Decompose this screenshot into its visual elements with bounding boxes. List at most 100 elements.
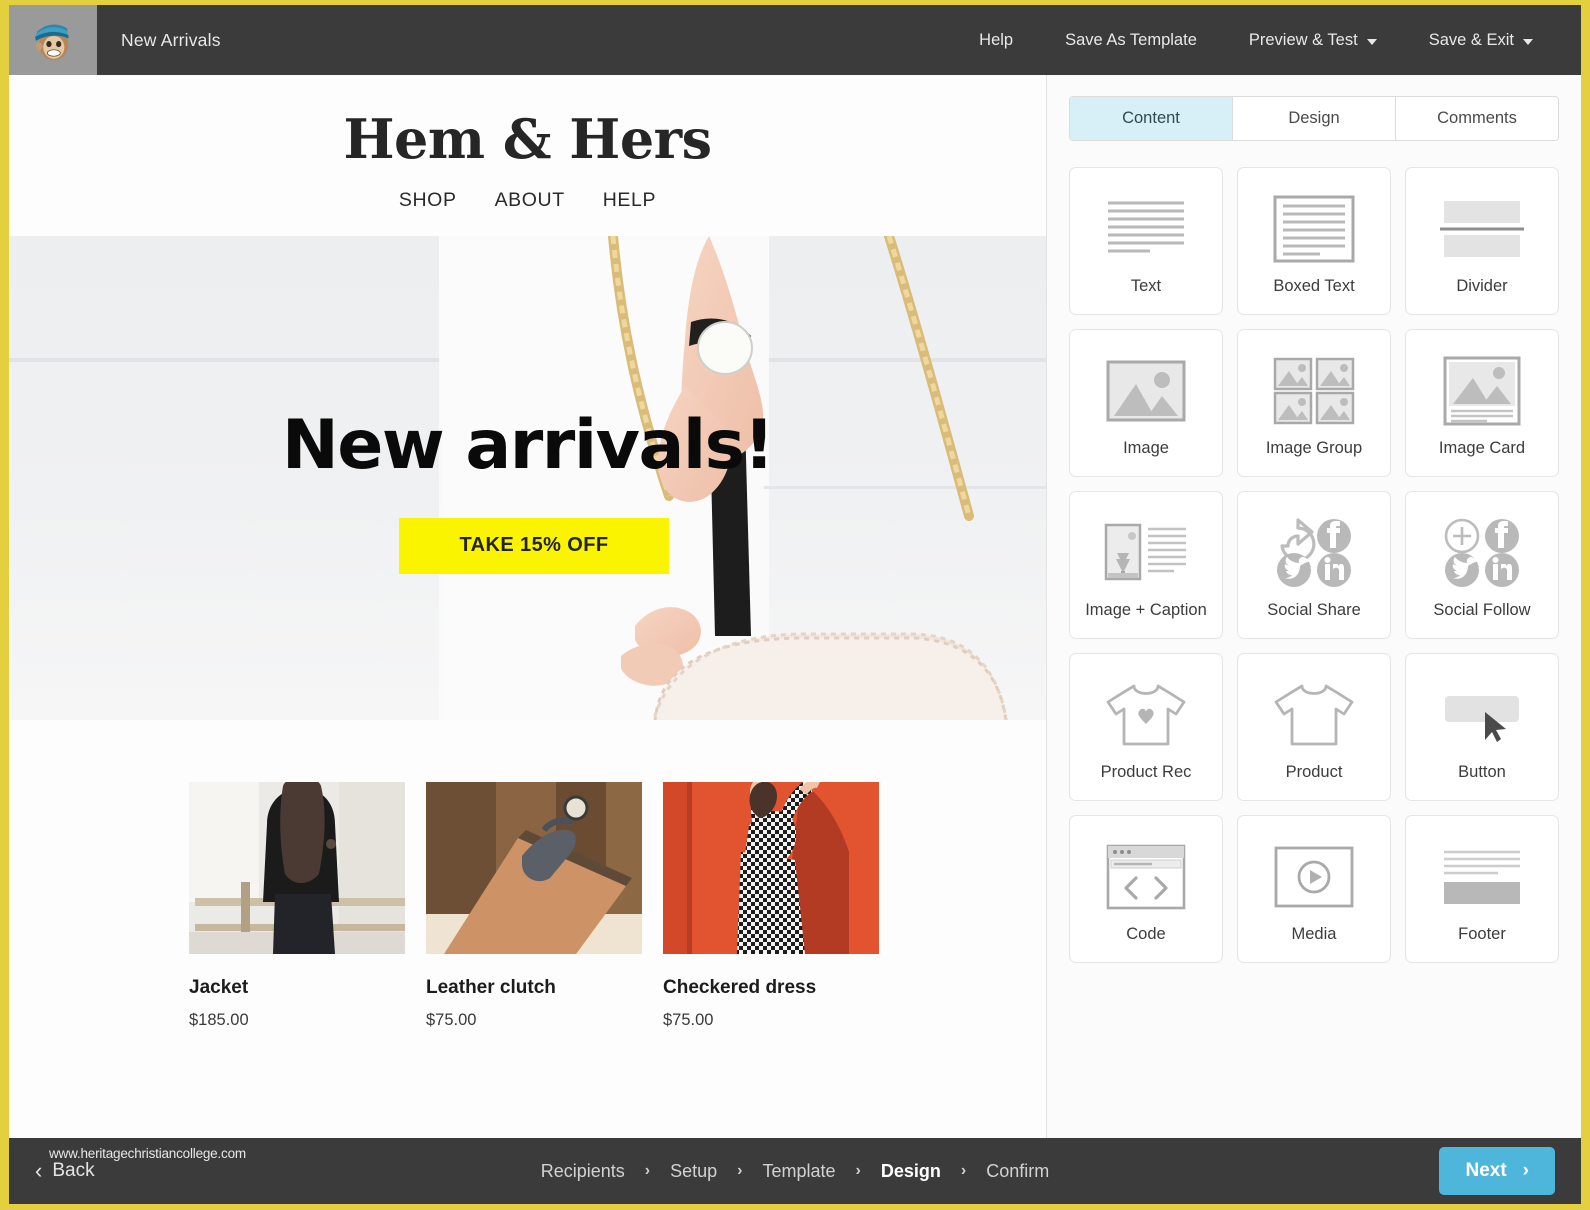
- product-card[interactable]: Jacket $185.00: [189, 781, 405, 1030]
- block-product[interactable]: Product: [1237, 653, 1391, 801]
- mailchimp-freddie-logo-icon: [35, 24, 69, 61]
- block-text-label: Text: [1130, 276, 1162, 295]
- block-product-rec-label: Product Rec: [1100, 762, 1192, 781]
- boxed-text-icon: [1272, 187, 1356, 271]
- nav-help-label: Help: [979, 30, 1014, 49]
- step-design[interactable]: Design: [881, 1161, 941, 1182]
- image-icon: [1106, 349, 1186, 433]
- back-button[interactable]: ‹ Back www.heritagechristiancollege.com: [35, 1146, 246, 1183]
- block-code-label: Code: [1126, 924, 1166, 943]
- chevron-right-icon: ›: [1522, 1160, 1529, 1181]
- email-nav-shop[interactable]: SHOP: [399, 189, 457, 212]
- tshirt-heart-icon: [1104, 673, 1188, 757]
- tab-content-label: Content: [1122, 109, 1180, 127]
- product-price: $75.00: [663, 1010, 714, 1029]
- hero-image-block[interactable]: New arrivals! TAKE 15% OFF: [9, 235, 1046, 720]
- block-image-card-label: Image Card: [1438, 438, 1526, 457]
- content-block-grid: Text Boxed Text Divider Image Image Grou…: [1047, 141, 1581, 963]
- chevron-down-icon: [1366, 38, 1377, 45]
- chevron-left-icon: ‹: [35, 1158, 43, 1183]
- block-boxed-text[interactable]: Boxed Text: [1237, 167, 1391, 315]
- nav-preview-and-test-label: Preview & Test: [1248, 30, 1358, 49]
- content-blocks-panel: Content Design Comments Text Boxed Text …: [1046, 75, 1581, 1138]
- block-image-group[interactable]: Image Group: [1237, 329, 1391, 477]
- product-price: $185.00: [189, 1010, 249, 1029]
- block-media-label: Media: [1291, 924, 1337, 943]
- image-group-icon: [1273, 349, 1355, 433]
- product-card[interactable]: Leather clutch $75.00: [426, 781, 642, 1030]
- text-lines-icon: [1104, 187, 1188, 271]
- block-image-label: Image: [1123, 438, 1169, 457]
- nav-save-and-exit[interactable]: Save & Exit: [1403, 21, 1559, 60]
- nav-help[interactable]: Help: [953, 21, 1039, 60]
- wizard-footer-bar: ‹ Back www.heritagechristiancollege.com …: [9, 1138, 1581, 1204]
- product-image: [426, 781, 642, 954]
- footer-icon: [1440, 835, 1524, 919]
- block-image-group-label: Image Group: [1265, 438, 1363, 457]
- product-name: Checkered dress: [663, 976, 817, 998]
- brand-logo-box[interactable]: [9, 5, 97, 75]
- hero-cta-button[interactable]: TAKE 15% OFF: [399, 517, 669, 574]
- block-button[interactable]: Button: [1405, 653, 1559, 801]
- block-social-share-label: Social Share: [1267, 600, 1361, 619]
- image-caption-icon: [1104, 511, 1188, 595]
- next-button-label: Next: [1465, 1160, 1507, 1181]
- social-follow-icon: [1440, 511, 1524, 595]
- jacket-photo: [189, 781, 405, 954]
- step-confirm[interactable]: Confirm: [986, 1161, 1049, 1182]
- leather-clutch-photo: [426, 781, 642, 954]
- tab-content[interactable]: Content: [1070, 97, 1233, 140]
- product-name: Leather clutch: [426, 976, 556, 998]
- email-nav-help[interactable]: HELP: [603, 189, 656, 212]
- block-image-caption[interactable]: Image + Caption: [1069, 491, 1223, 639]
- email-header-block[interactable]: Hem & Hers SHOP ABOUT HELP: [9, 75, 1046, 236]
- step-recipients[interactable]: Recipients: [541, 1161, 625, 1182]
- email-brand-title: Hem & Hers: [343, 107, 712, 171]
- product-name: Jacket: [189, 976, 249, 998]
- checkered-dress-photo: [663, 781, 879, 954]
- block-media[interactable]: Media: [1237, 815, 1391, 963]
- watermark-text: www.heritagechristiancollege.com: [49, 1146, 246, 1161]
- chevron-right-icon: ›: [855, 1162, 861, 1179]
- block-text[interactable]: Text: [1069, 167, 1223, 315]
- block-social-follow-label: Social Follow: [1433, 600, 1531, 619]
- block-footer[interactable]: Footer: [1405, 815, 1559, 963]
- code-window-icon: [1106, 835, 1186, 919]
- tab-design-label: Design: [1288, 109, 1340, 127]
- button-cursor-icon: [1439, 673, 1525, 757]
- block-code[interactable]: Code: [1069, 815, 1223, 963]
- block-image[interactable]: Image: [1069, 329, 1223, 477]
- block-social-follow[interactable]: Social Follow: [1405, 491, 1559, 639]
- panel-tabs: Content Design Comments: [1069, 96, 1559, 141]
- step-setup[interactable]: Setup: [670, 1161, 717, 1182]
- play-button-icon: [1274, 835, 1354, 919]
- email-nav-about[interactable]: ABOUT: [495, 189, 565, 212]
- chevron-right-icon: ›: [644, 1162, 651, 1179]
- product-card[interactable]: Checkered dress $75.00: [663, 781, 879, 1030]
- top-header-bar: New Arrivals Help Save As Template Previ…: [9, 5, 1581, 75]
- block-image-card[interactable]: Image Card: [1405, 329, 1559, 477]
- nav-save-as-template-label: Save As Template: [1065, 30, 1197, 49]
- block-image-caption-label: Image + Caption: [1085, 600, 1207, 619]
- block-divider[interactable]: Divider: [1405, 167, 1559, 315]
- tab-comments-label: Comments: [1437, 109, 1517, 127]
- email-preview-canvas[interactable]: Hem & Hers SHOP ABOUT HELP New arrivals!…: [9, 75, 1046, 1138]
- divider-icon: [1440, 187, 1524, 271]
- tab-design[interactable]: Design: [1233, 97, 1396, 140]
- product-image: [189, 781, 405, 954]
- block-social-share[interactable]: Social Share: [1237, 491, 1391, 639]
- step-template[interactable]: Template: [763, 1161, 836, 1182]
- nav-save-and-exit-label: Save & Exit: [1428, 30, 1514, 49]
- block-footer-label: Footer: [1458, 924, 1506, 943]
- block-boxed-text-label: Boxed Text: [1273, 276, 1355, 295]
- block-product-label: Product: [1285, 762, 1343, 781]
- nav-preview-and-test[interactable]: Preview & Test: [1223, 21, 1403, 60]
- nav-save-as-template[interactable]: Save As Template: [1039, 21, 1223, 60]
- block-divider-label: Divider: [1456, 276, 1508, 295]
- tab-comments[interactable]: Comments: [1396, 97, 1558, 140]
- block-product-rec[interactable]: Product Rec: [1069, 653, 1223, 801]
- product-price: $75.00: [426, 1010, 477, 1029]
- product-grid-block[interactable]: Jacket $185.00 Leather clutch $75.00 Che…: [9, 719, 1046, 1030]
- next-button[interactable]: Next ›: [1439, 1147, 1555, 1195]
- mailchimp-campaign-designer: New Arrivals Help Save As Template Previ…: [0, 0, 1590, 1210]
